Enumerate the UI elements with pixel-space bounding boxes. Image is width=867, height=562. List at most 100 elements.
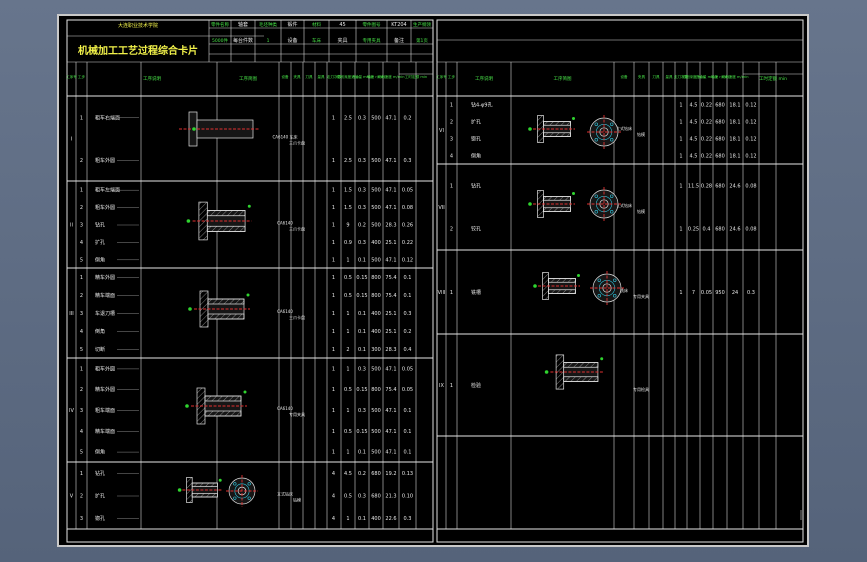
cut-depth: 1 xyxy=(346,516,349,522)
right-column-header-text: 工时定额 min xyxy=(759,75,787,82)
cut-depth: 1 xyxy=(346,408,349,414)
right-fixture-name: 专用检具 xyxy=(633,386,649,392)
pass-count: 1 xyxy=(332,408,335,414)
pass-count: 1 xyxy=(332,366,335,372)
step-number: 3 xyxy=(80,223,83,229)
cut-speed: 47.1 xyxy=(385,257,396,263)
drawing-sheet: 大连职业技术学院 机械加工工艺过程综合卡片 零件名称 轴套 毛坯种类 锻件 材料 45 零件图号… xyxy=(57,14,809,547)
spindle-speed: 500 xyxy=(371,408,381,414)
cad-viewport[interactable]: 大连职业技术学院 机械加工工艺过程综合卡片 零件名称 轴套 毛坯种类 锻件 材料 45 零件图号… xyxy=(0,0,867,562)
step-number: 5 xyxy=(80,347,83,353)
right-pass-count: 1 xyxy=(679,137,682,143)
feed-rate: 0.1 xyxy=(358,347,366,353)
wall-section xyxy=(191,493,218,498)
time-norm: 0.3 xyxy=(404,516,412,522)
step-description: 倒角 xyxy=(95,449,105,456)
right-step-number: 1 xyxy=(450,383,453,389)
sketch-op7-end xyxy=(587,187,621,221)
pass-count: 1 xyxy=(332,223,335,229)
cut-depth: 1 xyxy=(346,450,349,456)
cut-speed: 75.4 xyxy=(385,387,396,393)
header-cell-text: 零件图号 xyxy=(363,21,381,28)
wall-section xyxy=(548,289,576,294)
feed-rate: 0.3 xyxy=(358,240,366,246)
sketch-op3 xyxy=(188,290,250,328)
operation-number: I xyxy=(71,137,72,143)
feed-rate: 0.3 xyxy=(358,188,366,194)
datum-marker xyxy=(533,284,537,288)
header-cell-text: 专用夹具 xyxy=(363,37,381,44)
pass-count: 1 xyxy=(332,387,335,393)
step-description: 扩孔 xyxy=(95,493,105,500)
step-number: 4 xyxy=(80,429,83,435)
right-feed-rate: 0.05 xyxy=(701,290,712,296)
datum-marker xyxy=(528,127,532,131)
step-number: 2 xyxy=(80,158,83,164)
fixture-name: 三爪卡盘 xyxy=(289,314,305,320)
wall-section xyxy=(204,410,242,417)
cut-depth: 4.5 xyxy=(344,471,352,477)
right-cut-depth: 4.5 xyxy=(690,103,698,109)
right-spindle-speed: 680 xyxy=(715,184,725,190)
time-norm: 0.1 xyxy=(404,293,412,299)
right-spindle-speed: 680 xyxy=(715,120,725,126)
cut-depth: 2.5 xyxy=(344,158,352,164)
wall-section xyxy=(543,121,571,126)
step-number: 5 xyxy=(80,450,83,456)
feed-rate: 0.1 xyxy=(358,311,366,317)
pass-count: 1 xyxy=(332,347,335,353)
pass-count: 1 xyxy=(332,257,335,263)
sketch-op7-side xyxy=(528,190,575,218)
column-header-text: 工步 xyxy=(78,74,86,79)
sketch-op4 xyxy=(185,387,247,425)
right-feed-rate: 0.4 xyxy=(703,227,711,233)
right-step-description: 铣槽 xyxy=(471,289,481,296)
datum-marker xyxy=(218,478,222,482)
pass-count: 4 xyxy=(332,494,335,500)
step-description: 精车外圆 xyxy=(95,274,115,281)
right-column-header-text: 刀具 xyxy=(652,74,660,79)
column-header-text: 工序说明 xyxy=(143,75,161,82)
time-norm: 0.05 xyxy=(402,366,413,372)
cut-speed: 25.1 xyxy=(385,311,396,317)
cut-speed: 22.6 xyxy=(385,516,396,522)
feed-rate: 0.1 xyxy=(358,329,366,335)
step-number: 3 xyxy=(80,408,83,414)
time-norm: 0.13 xyxy=(402,471,413,477)
operation-number: III xyxy=(69,311,73,317)
wall-section xyxy=(563,362,599,368)
cut-speed: 47.1 xyxy=(385,450,396,456)
time-norm: 0.2 xyxy=(404,329,412,335)
wall-section xyxy=(548,278,576,283)
cut-speed: 47.1 xyxy=(385,366,396,372)
sketch-op5-side xyxy=(177,477,222,503)
cut-depth: 2 xyxy=(346,347,349,353)
time-norm: 0.1 xyxy=(404,275,412,281)
operation-number: II xyxy=(70,223,73,229)
datum-marker xyxy=(572,117,575,120)
header-cell-text: 夹具 xyxy=(337,37,347,44)
right-step-number: 1 xyxy=(450,290,453,296)
header-cell-text: 生产纲领 xyxy=(413,21,431,28)
right-spindle-speed: 680 xyxy=(715,137,725,143)
spindle-speed: 500 xyxy=(371,115,381,121)
right-step-description: 铰孔 xyxy=(471,226,481,233)
spindle-speed: 500 xyxy=(371,450,381,456)
spindle-speed: 680 xyxy=(371,471,381,477)
cut-speed: 75.4 xyxy=(385,293,396,299)
step-number: 4 xyxy=(80,240,83,246)
cut-depth: 9 xyxy=(346,223,349,229)
pass-count: 4 xyxy=(332,516,335,522)
datum-marker xyxy=(600,357,604,361)
datum-marker xyxy=(243,390,247,394)
fixture-name: 三爪卡盘 xyxy=(289,226,305,232)
time-norm: 0.3 xyxy=(404,311,412,317)
step-number: 3 xyxy=(80,311,83,317)
right-pass-count: 1 xyxy=(679,290,682,296)
right-column-header-text: 夹具 xyxy=(638,74,646,79)
wall-section xyxy=(206,225,246,232)
step-description: 粗车左端面 xyxy=(95,187,120,194)
step-description: 粗车右端面 xyxy=(95,114,120,121)
wall-section xyxy=(543,207,571,212)
cut-depth: 1.5 xyxy=(344,188,352,194)
